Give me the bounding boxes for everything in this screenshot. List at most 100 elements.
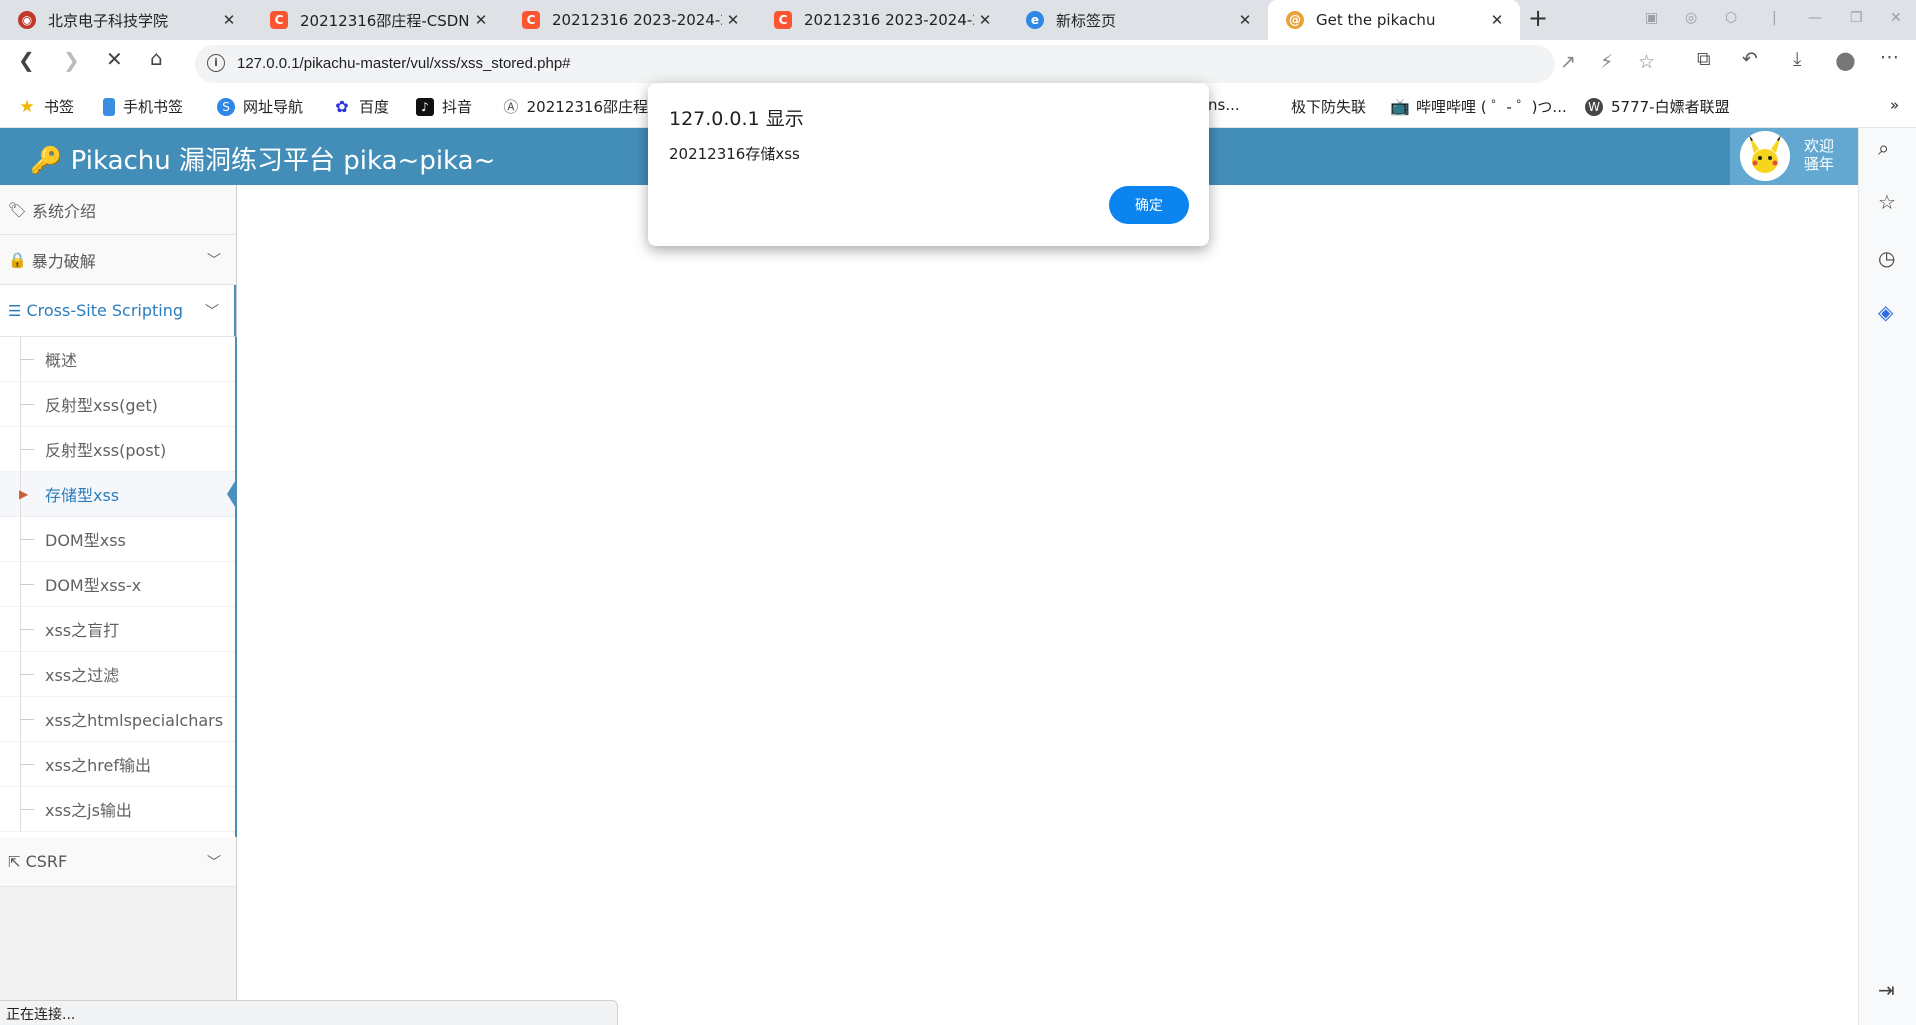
sidebar-item-intro[interactable]: 🏷 系统介绍 [0, 185, 236, 235]
close-icon[interactable]: ✕ [218, 11, 240, 29]
key-icon: 🔑 [30, 146, 63, 176]
csdn-icon: C [522, 11, 540, 29]
submenu-item[interactable]: xss之js输出 [0, 787, 235, 832]
toolbar: ❮ ❯ ✕ ⌂ i 127.0.0.1/pikachu-master/vul/x… [0, 40, 1916, 88]
bookmark-item[interactable]: ✿ 百度 [333, 96, 389, 117]
profile-icon[interactable]: ● [1835, 46, 1856, 74]
sidebar-item-xss[interactable]: ☰ Cross-Site Scripting ﹀ [0, 285, 236, 337]
submenu-item[interactable]: xss之过滤 [0, 652, 235, 697]
tab-new-tab[interactable]: e 新标签页 ✕ [1008, 0, 1268, 40]
submenu-item-active[interactable]: ▶ 存储型xss [0, 472, 237, 517]
tab-csdn-2[interactable]: C 20212316 2023-2024-2 ✕ [504, 0, 756, 40]
tag-icon: 🏷 [8, 200, 28, 219]
submenu-label: xss之过滤 [45, 666, 120, 685]
submenu-item[interactable]: DOM型xss [0, 517, 235, 562]
stop-loading-icon[interactable]: ✕ [106, 47, 123, 71]
more-bookmarks-icon[interactable]: » [1890, 96, 1899, 114]
site-info-icon[interactable]: i [207, 54, 225, 72]
back-icon[interactable]: ❮ [18, 48, 35, 72]
phone-icon [103, 97, 115, 116]
favorites-star-icon[interactable]: ☆ [1878, 190, 1896, 214]
link-icon: Ⓐ [503, 97, 519, 116]
tab-title: 20212316 2023-2024-2 [804, 11, 974, 29]
search-icon[interactable]: ⌕ [1878, 136, 1889, 160]
submenu-item[interactable]: 反射型xss(post) [0, 427, 235, 472]
bookmark-item[interactable]: S 网址导航 [217, 96, 303, 117]
bookmark-star-icon[interactable]: ☆ [1638, 51, 1655, 73]
minimize-icon[interactable]: — [1808, 10, 1822, 26]
bookmark-item[interactable]: ★ 书签 [18, 96, 74, 117]
close-icon[interactable]: ✕ [974, 11, 996, 29]
undo-icon[interactable]: ↶ [1742, 48, 1758, 70]
home-icon[interactable]: ⌂ [150, 46, 163, 70]
address-bar[interactable]: i 127.0.0.1/pikachu-master/vul/xss/xss_s… [195, 45, 1655, 83]
url-text[interactable]: 127.0.0.1/pikachu-master/vul/xss/xss_sto… [237, 55, 571, 72]
tab-title: 20212316 2023-2024-2 [552, 11, 722, 29]
lock-icon: 🔒 [8, 250, 27, 269]
new-tab-plus-icon[interactable]: + [1528, 4, 1548, 32]
sidebar-item-brute-force[interactable]: 🔒 暴力破解 ﹀ [0, 235, 236, 285]
restore-icon[interactable]: ❐ [1850, 10, 1863, 26]
collapse-panel-icon[interactable]: ⇥ [1878, 978, 1895, 1002]
app-badge-icon[interactable]: ◈ [1878, 300, 1893, 324]
submenu-label: xss之htmlspecialchars [45, 711, 224, 730]
submenu-label: 概述 [45, 351, 78, 370]
dialog-message: 20212316存储xss [669, 145, 800, 163]
brand[interactable]: 🔑 Pikachu 漏洞练习平台 pika~pika~ [30, 140, 495, 177]
submenu-item[interactable]: 反射型xss(get) [0, 382, 235, 427]
status-bar: 正在连接... [0, 1000, 618, 1025]
user-menu[interactable]: 欢迎 骚年 [1730, 128, 1858, 185]
close-window-icon[interactable]: ✕ [1890, 10, 1902, 26]
incognito-icon[interactable]: ◎ [1685, 10, 1697, 26]
tab-csdn-3[interactable]: C 20212316 2023-2024-2 ✕ [756, 0, 1008, 40]
bookmark-item[interactable]: 极下防失联 [1291, 96, 1366, 117]
submenu-item[interactable]: xss之htmlspecialchars [0, 697, 235, 742]
forward-icon[interactable]: ❯ [63, 48, 80, 72]
close-icon[interactable]: ✕ [722, 11, 744, 29]
welcome-line: 骚年 [1804, 155, 1835, 173]
tab-title: 20212316邵庄程-CSDN博 [300, 11, 470, 30]
submenu-item[interactable]: DOM型xss-x [0, 562, 235, 607]
menu-icon[interactable]: ⋯ [1880, 46, 1899, 68]
history-clock-icon[interactable]: ◷ [1878, 246, 1895, 270]
tab-title: Get the pikachu [1316, 11, 1436, 29]
submenu-item[interactable]: xss之盲打 [0, 607, 235, 652]
submenu-label: 反射型xss(get) [45, 396, 158, 415]
bookmark-item[interactable]: ns... [1208, 96, 1240, 114]
nav-icon: S [217, 97, 235, 116]
external-link-icon: ⇱ [8, 852, 21, 871]
sidebar-toggle-icon[interactable]: ▣ [1645, 10, 1658, 26]
active-indicator [227, 478, 237, 510]
csdn-icon: C [774, 11, 792, 29]
tab-title: 新标签页 [1056, 11, 1117, 30]
submenu-item[interactable]: 概述 [0, 337, 235, 382]
bookmark-item[interactable]: ♪ 抖音 [416, 96, 472, 117]
wordpress-icon: W [1585, 97, 1603, 116]
share-icon[interactable]: ↗ [1560, 51, 1576, 73]
extension-icon[interactable]: ⬡ [1725, 10, 1737, 26]
close-icon[interactable]: ✕ [1486, 11, 1508, 29]
xss-submenu: 概述 反射型xss(get) 反射型xss(post) ▶ 存储型xss DOM型… [0, 337, 237, 837]
extensions-icon[interactable]: ⧉ [1697, 48, 1711, 70]
chevron-down-icon: ﹀ [205, 303, 219, 320]
tab-csdn-1[interactable]: C 20212316邵庄程-CSDN博 ✕ [252, 0, 504, 40]
csdn-icon: C [270, 11, 288, 29]
tab-pikachu[interactable]: @ Get the pikachu ✕ [1268, 0, 1520, 40]
close-icon[interactable]: ✕ [470, 11, 492, 29]
browser-icon: e [1026, 11, 1044, 29]
chevron-down-icon: ﹀ [207, 854, 221, 871]
bookmark-item[interactable]: 📺 哔哩哔哩 ( ゜- ゜)つ... [1390, 96, 1567, 117]
bookmark-item[interactable]: Ⓐ 20212316邵庄程 [503, 96, 648, 117]
ok-button[interactable]: 确定 [1109, 186, 1189, 224]
bookmark-item[interactable]: 手机书签 [103, 96, 183, 117]
sidebar-item-csrf[interactable]: ⇱ CSRF ﹀ [0, 837, 236, 887]
submenu-item[interactable]: xss之href输出 [0, 742, 235, 787]
bilibili-icon: 📺 [1390, 96, 1410, 116]
submenu-label: DOM型xss [45, 531, 126, 550]
besti-logo-icon: ◉ [18, 11, 36, 29]
download-icon[interactable]: ⤓ [1793, 48, 1801, 70]
tab-besti[interactable]: ◉ 北京电子科技学院 ✕ [0, 0, 252, 40]
lightning-icon[interactable]: ⚡ [1600, 51, 1613, 73]
bookmark-item[interactable]: W 5777-白嫖者联盟 [1585, 96, 1730, 117]
close-icon[interactable]: ✕ [1234, 11, 1256, 29]
